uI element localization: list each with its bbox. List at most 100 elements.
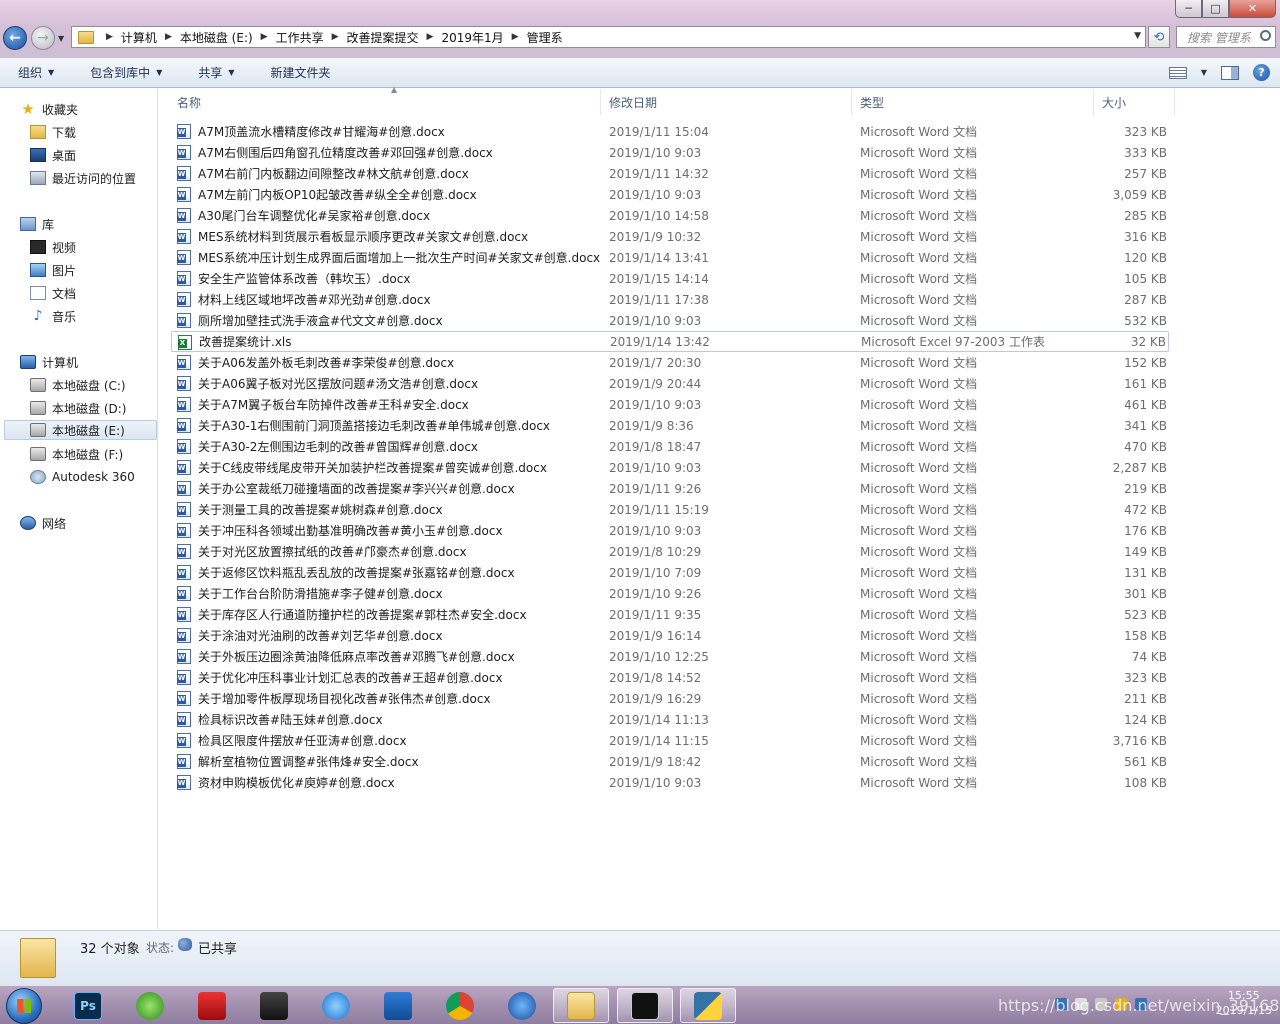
word-file-icon bbox=[177, 187, 191, 202]
file-row[interactable]: 资材申购模板优化#庾婷#创意.docx 2019/1/10 9:03 Microso… bbox=[171, 772, 1169, 793]
nav-autodesk-360[interactable]: Autodesk 360 bbox=[30, 467, 135, 487]
header-name[interactable]: 名称 bbox=[169, 89, 601, 115]
nav-videos[interactable]: 视频 bbox=[30, 237, 76, 257]
taskbar-cmd[interactable] bbox=[617, 988, 673, 1023]
nav-drive-d[interactable]: 本地磁盘 (D:) bbox=[30, 398, 126, 418]
breadcrumb-drive-e[interactable]: 本地磁盘 (E:) bbox=[180, 29, 253, 46]
taskbar-python[interactable] bbox=[680, 988, 736, 1023]
taskbar-autocad[interactable] bbox=[184, 988, 240, 1023]
file-row[interactable]: MES系统材料到货展示看板显示顺序更改#关家文#创意.docx 2019/1/9 … bbox=[171, 226, 1169, 247]
start-button[interactable] bbox=[6, 988, 42, 1024]
file-row[interactable]: 解析室植物位置调整#张伟烽#安全.docx 2019/1/9 18:42 Micro… bbox=[171, 751, 1169, 772]
file-row[interactable]: 关于库存区人行通道防撞护栏的改善提案#郭柱杰#安全.docx 2019/1/11 … bbox=[171, 604, 1169, 625]
forward-button[interactable]: → bbox=[31, 26, 55, 50]
nav-computer[interactable]: 计算机 bbox=[20, 352, 78, 372]
nav-drive-e[interactable]: 本地磁盘 (E:) bbox=[4, 420, 157, 440]
chevron-right-icon[interactable]: ▶ bbox=[512, 32, 519, 42]
file-row[interactable]: 检具标识改善#陆玉妹#创意.docx 2019/1/14 11:13 Microso… bbox=[171, 709, 1169, 730]
nav-recent[interactable]: 最近访问的位置 bbox=[30, 168, 136, 188]
file-row[interactable]: 关于A7M翼子板台车防掉件改善#王科#安全.docx 2019/1/10 9:03… bbox=[171, 394, 1169, 415]
close-button[interactable]: ✕ bbox=[1229, 0, 1276, 18]
taskbar-ie[interactable] bbox=[308, 988, 364, 1023]
organize-button[interactable]: 组织 ▼ bbox=[0, 64, 72, 81]
file-row[interactable]: A7M顶盖流水槽精度修改#甘耀海#创意.docx 2019/1/11 15:04 M… bbox=[171, 121, 1169, 142]
chevron-right-icon[interactable]: ▶ bbox=[427, 32, 434, 42]
file-row[interactable]: 关于外板压边圈涂黄油降低麻点率改善#邓腾飞#创意.docx 2019/1/10 1… bbox=[171, 646, 1169, 667]
nav-pictures[interactable]: 图片 bbox=[30, 260, 76, 280]
breadcrumb-current[interactable]: 管理系 bbox=[527, 29, 563, 46]
file-row[interactable]: 关于优化冲压科事业计划汇总表的改善#王超#创意.docx 2019/1/8 14:… bbox=[171, 667, 1169, 688]
breadcrumb-computer[interactable]: 计算机 bbox=[121, 29, 157, 46]
taskbar-3dsmax[interactable] bbox=[246, 988, 302, 1023]
header-size[interactable]: 大小 bbox=[1094, 89, 1175, 115]
address-dropdown-icon[interactable]: ▼ bbox=[1134, 31, 1141, 41]
preview-pane-icon[interactable] bbox=[1221, 65, 1239, 80]
minimize-button[interactable]: ─ bbox=[1175, 0, 1202, 18]
taskbar-photoshop[interactable]: Ps bbox=[60, 988, 116, 1023]
file-row[interactable]: 关于涂油对光油刷的改善#刘艺华#创意.docx 2019/1/9 16:14 Mic… bbox=[171, 625, 1169, 646]
new-folder-button[interactable]: 新建文件夹 bbox=[253, 64, 349, 81]
header-type[interactable]: 类型 bbox=[852, 89, 1094, 115]
file-row[interactable]: A7M左前门内板OP10起皱改善#纵全全#创意.docx 2019/1/10 9:… bbox=[171, 184, 1169, 205]
taskbar-chrome[interactable] bbox=[432, 988, 488, 1023]
file-row[interactable]: 厕所增加壁挂式洗手液盒#代文文#创意.docx 2019/1/10 9:03 Mic… bbox=[171, 310, 1169, 331]
nav-libraries[interactable]: 库 bbox=[20, 214, 54, 234]
file-row[interactable]: 关于A30-1右侧围前门洞顶盖搭接边毛刺改善#单伟城#创意.docx 2019/1… bbox=[171, 415, 1169, 436]
file-name: MES系统冲压计划生成界面后面增加上一批次生产时间#关家文#创意.docx bbox=[198, 251, 601, 265]
maximize-button[interactable]: □ bbox=[1202, 0, 1229, 18]
view-options-icon[interactable] bbox=[1168, 66, 1187, 79]
clock[interactable]: 15:55 2019/1/15 bbox=[1216, 988, 1272, 1018]
file-row[interactable]: 关于增加零件板厚现场目视化改善#张伟杰#创意.docx 2019/1/9 16:2… bbox=[171, 688, 1169, 709]
header-modified[interactable]: 修改日期 bbox=[601, 89, 852, 115]
file-row[interactable]: 关于A30-2左侧围边毛刺的改善#曾国辉#创意.docx 2019/1/8 18:… bbox=[171, 436, 1169, 457]
share-button[interactable]: 共享 ▼ bbox=[180, 64, 252, 81]
desktop-icon bbox=[30, 148, 46, 162]
taskbar-app-green[interactable] bbox=[122, 988, 178, 1023]
breadcrumb-work-share[interactable]: 工作共享 bbox=[276, 29, 324, 46]
file-row[interactable]: MES系统冲压计划生成界面后面增加上一批次生产时间#关家文#创意.docx 201… bbox=[171, 247, 1169, 268]
nav-desktop[interactable]: 桌面 bbox=[30, 145, 76, 165]
chevron-right-icon[interactable]: ▶ bbox=[261, 32, 268, 42]
file-row[interactable]: A7M右前门内板翻边间隙整改#林文航#创意.docx 2019/1/11 14:3… bbox=[171, 163, 1169, 184]
file-row[interactable]: 关于C线皮带线尾皮带开关加装护栏改善提案#曾奕诚#创意.docx 2019/1/1… bbox=[171, 457, 1169, 478]
music-icon: ♪ bbox=[33, 308, 43, 324]
breadcrumb-month[interactable]: 2019年1月 bbox=[441, 29, 503, 46]
recent-pages-dropdown[interactable]: ▼ bbox=[58, 34, 64, 43]
file-row[interactable]: 检具区限度件摆放#任亚涛#创意.docx 2019/1/14 11:15 Micro… bbox=[171, 730, 1169, 751]
address-bar[interactable]: ▶ 计算机 ▶ 本地磁盘 (E:) ▶ 工作共享 ▶ 改善提案提交 ▶ 2019… bbox=[71, 26, 1146, 48]
file-row[interactable]: 关于测量工具的改善提案#姚树森#创意.docx 2019/1/11 15:19 Mi… bbox=[171, 499, 1169, 520]
nav-drive-f[interactable]: 本地磁盘 (F:) bbox=[30, 444, 123, 464]
file-row[interactable]: 关于冲压科各领域出勤基准明确改善#黄小玉#创意.docx 2019/1/10 9:… bbox=[171, 520, 1169, 541]
taskbar-explorer[interactable] bbox=[553, 988, 609, 1023]
file-row[interactable]: 关于A06翼子板对光区摆放问题#汤文浩#创意.docx 2019/1/9 20:4… bbox=[171, 373, 1169, 394]
search-input[interactable]: 搜索 管理系 bbox=[1176, 26, 1276, 48]
nav-music[interactable]: ♪ 音乐 bbox=[30, 306, 76, 326]
refresh-button[interactable]: ⟲ bbox=[1148, 26, 1170, 48]
file-row[interactable]: 关于返修区饮料瓶乱丢乱放的改善提案#张嘉铭#创意.docx 2019/1/10 7… bbox=[171, 562, 1169, 583]
nav-drive-c[interactable]: 本地磁盘 (C:) bbox=[30, 375, 126, 395]
file-row[interactable]: 关于对光区放置擦拭纸的改善#邝豪杰#创意.docx 2019/1/8 10:29 M… bbox=[171, 541, 1169, 562]
file-size: 149 KB bbox=[1124, 544, 1167, 559]
taskbar-outlook[interactable] bbox=[370, 988, 426, 1023]
breadcrumb-proposal[interactable]: 改善提案提交 bbox=[347, 29, 419, 46]
help-icon[interactable]: ? bbox=[1253, 64, 1270, 81]
file-row[interactable]: 材料上线区域地坪改善#邓光劲#创意.docx 2019/1/11 17:38 Mic… bbox=[171, 289, 1169, 310]
include-in-library-button[interactable]: 包含到库中 ▼ bbox=[72, 64, 180, 81]
file-row[interactable]: 关于A06发盖外板毛刺改善#李荣俊#创意.docx 2019/1/7 20:30 M… bbox=[171, 352, 1169, 373]
file-row[interactable]: 关于工作台台阶防滑措施#李子健#创意.docx 2019/1/10 9:26 Mic… bbox=[171, 583, 1169, 604]
chevron-down-icon[interactable]: ▼ bbox=[1201, 68, 1207, 77]
taskbar-media[interactable] bbox=[494, 988, 550, 1023]
nav-documents[interactable]: 文档 bbox=[30, 283, 76, 303]
chevron-right-icon[interactable]: ▶ bbox=[332, 32, 339, 42]
chevron-right-icon[interactable]: ▶ bbox=[165, 32, 172, 42]
nav-network[interactable]: 网络 bbox=[20, 513, 66, 533]
file-row[interactable]: 关于办公室裁纸刀碰撞墙面的改善提案#李兴兴#创意.docx 2019/1/11 9… bbox=[171, 478, 1169, 499]
chevron-right-icon[interactable]: ▶ bbox=[106, 32, 113, 42]
file-row[interactable]: 改善提案统计.xls 2019/1/14 13:42 Microsoft Excel… bbox=[171, 331, 1169, 352]
nav-favorites[interactable]: ★ 收藏夹 bbox=[20, 99, 78, 119]
file-row[interactable]: 安全生产监管体系改善（韩坎玉）.docx 2019/1/15 14:14 Micro… bbox=[171, 268, 1169, 289]
back-button[interactable]: ← bbox=[3, 26, 27, 50]
file-row[interactable]: A7M右侧围后四角窗孔位精度改善#邓回强#创意.docx 2019/1/10 9:… bbox=[171, 142, 1169, 163]
nav-downloads[interactable]: 下载 bbox=[30, 122, 76, 142]
file-row[interactable]: A30尾门台车调整优化#吴家裕#创意.docx 2019/1/10 14:58 Mi… bbox=[171, 205, 1169, 226]
